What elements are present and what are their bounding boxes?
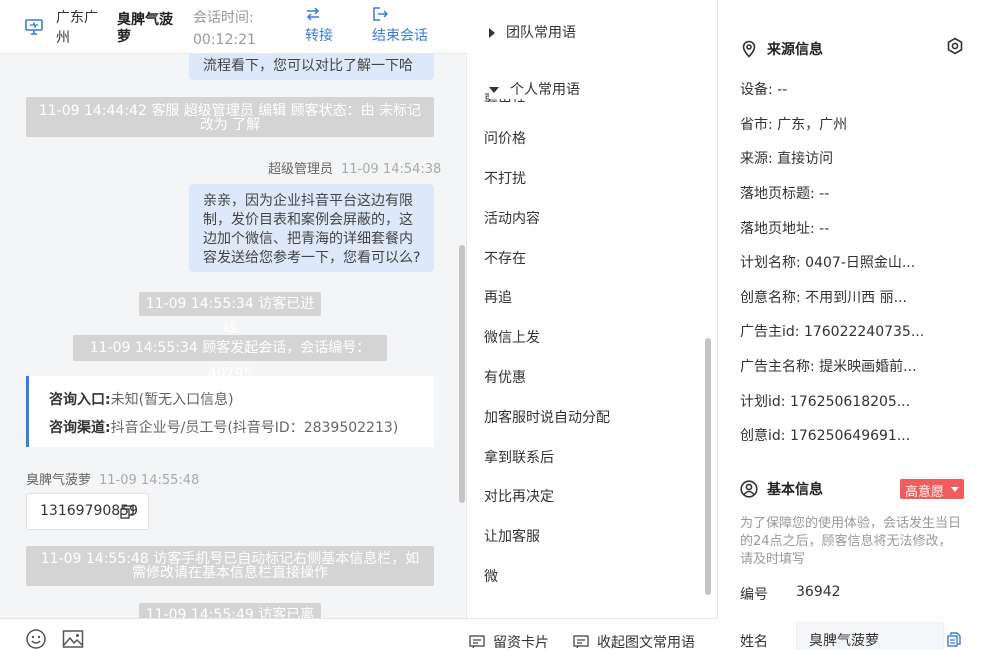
copy-icon[interactable] — [947, 632, 961, 647]
system-message: 11-09 14:55:49 访客已离开 — [139, 603, 321, 618]
info-advertiser-id: 广告主id: 176022240735... — [740, 324, 925, 340]
agent-message: 流程看下，您可以对比了解一下哈 — [189, 54, 434, 80]
info-landing-url: 落地页地址: -- — [740, 221, 830, 237]
leave-card-button[interactable]: 留资卡片 — [469, 632, 549, 650]
settings-icon[interactable] — [946, 37, 964, 55]
intent-level-select[interactable]: 高意愿 — [900, 479, 964, 500]
number-label: 编号 — [740, 587, 768, 603]
phrase-item[interactable]: 微 — [484, 566, 498, 586]
chat-panel: 广东广州 臭脾气菠萝 会话时间: 00:12:21 转接 结束会话 流程看下，您… — [0, 0, 467, 650]
emoji-icon[interactable] — [25, 628, 47, 650]
entry-row: 咨询入口:未知(暂无入口信息) — [49, 392, 234, 408]
phrases-toolbar: 留资卡片 收起图文常用语 — [467, 618, 718, 650]
image-icon[interactable] — [62, 628, 84, 650]
chat-toolbar — [0, 618, 467, 650]
info-creative-name: 创意名称: 不用到川西 丽... — [740, 290, 907, 306]
transfer-icon — [306, 7, 320, 21]
transfer-button[interactable]: 转接 — [305, 6, 333, 45]
channel-row: 咨询渠道:抖音企业号/员工号(抖音号ID：2839502213) — [49, 420, 399, 436]
source-info-title: 来源信息 — [740, 39, 823, 59]
system-message: 11-09 14:55:34 顾客发起会话，会话编号：40795 — [73, 335, 387, 382]
phrase-item[interactable]: 活动内容 — [484, 208, 540, 228]
user-circle-icon — [740, 480, 758, 498]
phrase-item[interactable]: 拿到联系后 — [484, 447, 554, 467]
session-time-label: 会话时间: — [193, 10, 254, 26]
info-plan-name: 计划名称: 0407-日照金山... — [740, 255, 916, 271]
system-message: 11-09 14:55:34 访客已进线 — [139, 292, 321, 336]
phrase-item[interactable]: 对比再决定 — [484, 486, 554, 506]
agent-meta: 超级管理员 11-09 14:54:38 — [268, 162, 442, 177]
edit-notice: 为了保障您的使用体验，会话发生当日的24点之后，顾客信息将无法修改，请及时填写 — [740, 516, 962, 567]
dropdown-arrow-icon — [951, 487, 959, 492]
visitor-phone-message: 13169790859 — [26, 493, 149, 530]
visitor-name: 臭脾气菠萝 — [117, 12, 173, 45]
end-session-button[interactable]: 结束会话 — [372, 6, 428, 45]
phrase-item[interactable]: 问价格 — [484, 128, 526, 148]
info-source: 来源: 直接访问 — [740, 151, 834, 167]
caret-down-icon — [489, 87, 499, 93]
name-label: 姓名 — [740, 634, 768, 650]
system-message: 11-09 14:44:42 客服 超级管理员 编辑 顾客状态：由 未标记 改为… — [26, 97, 434, 137]
number-value: 36942 — [796, 584, 841, 600]
monitor-icon — [25, 19, 43, 35]
end-session-label: 结束会话 — [372, 28, 428, 44]
agent-message: 亲亲，因为企业抖音平台这边有限制，发价目表和案例会屏蔽的，这边加个微信、把青海的… — [189, 184, 434, 272]
exit-icon — [373, 7, 388, 21]
phrase-item[interactable]: 有优惠 — [484, 367, 526, 387]
phrase-item[interactable]: 再追 — [484, 287, 512, 307]
collapse-phrases-button[interactable]: 收起图文常用语 — [573, 632, 695, 650]
session-header: 广东广州 臭脾气菠萝 会话时间: 00:12:21 转接 结束会话 — [0, 0, 467, 54]
location-pin-icon — [742, 40, 756, 58]
personal-phrases-group[interactable]: 个人常用语 — [489, 79, 689, 99]
info-advertiser-name: 广告主名称: 提米映画婚前... — [740, 359, 917, 375]
info-device: 设备: -- — [740, 82, 788, 98]
phrase-item[interactable]: 不存在 — [484, 248, 526, 268]
phrases-scrollbar[interactable] — [705, 338, 711, 595]
name-field[interactable]: 臭脾气菠萝 — [796, 622, 944, 650]
info-panel: 来源信息 设备: -- 省市: 广东，广州 来源: 直接访问 落地页标题: --… — [718, 0, 987, 650]
chat-scrollbar[interactable] — [459, 245, 465, 503]
basic-info-title: 基本信息 — [740, 479, 823, 499]
team-phrases-group[interactable]: 团队常用语 — [489, 22, 576, 42]
visitor-location: 广东广州 — [56, 10, 98, 46]
info-plan-id: 计划id: 176250618205... — [740, 394, 911, 410]
phrase-item[interactable]: 微信上发 — [484, 327, 540, 347]
message-icon — [573, 635, 589, 649]
copy-icon[interactable] — [120, 505, 134, 519]
phrase-item[interactable]: 加客服时说自动分配 — [484, 407, 610, 427]
phrase-item[interactable]: 不打扰 — [484, 168, 526, 188]
card-icon — [469, 635, 485, 649]
message-list[interactable]: 流程看下，您可以对比了解一下哈 11-09 14:44:42 客服 超级管理员 … — [0, 54, 467, 618]
info-creative-id: 创意id: 176250649691... — [740, 428, 911, 444]
info-landing-title: 落地页标题: -- — [740, 186, 830, 202]
info-province-city: 省市: 广东，广州 — [740, 117, 848, 133]
phrases-panel: 团队常用语 要电话 个人常用语 问价格 不打扰 活动内容 不存在 再追 微信上发… — [467, 0, 718, 650]
visitor-meta: 臭脾气菠萝 11-09 14:55:48 — [26, 473, 200, 488]
system-message: 11-09 14:55:48 访客手机号已自动标记右侧基本信息栏，如需修改请在基… — [26, 546, 434, 586]
entry-info-card: 咨询入口:未知(暂无入口信息) 咨询渠道:抖音企业号/员工号(抖音号ID：283… — [26, 376, 434, 447]
caret-right-icon — [489, 28, 495, 38]
phrase-item[interactable]: 让加客服 — [484, 526, 540, 546]
session-time: 00:12:21 — [193, 32, 256, 48]
transfer-label: 转接 — [305, 28, 333, 44]
